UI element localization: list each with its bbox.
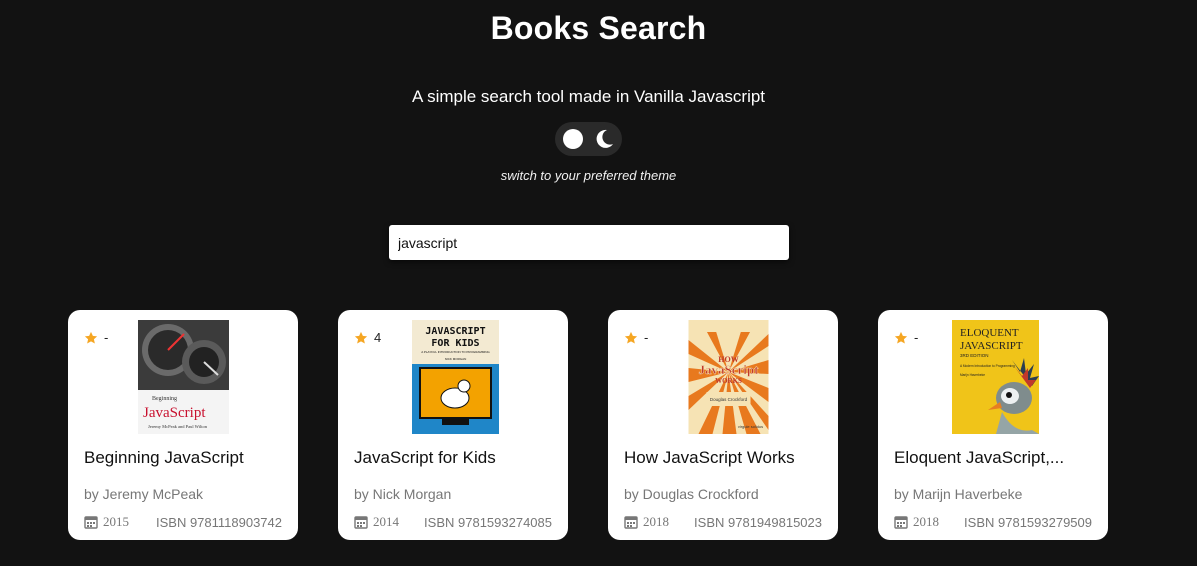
cover-text: ELOQUENT: [960, 327, 1019, 339]
rating-value: -: [644, 330, 649, 345]
book-meta: 2015 ISBN 9781118903742: [84, 514, 282, 530]
rating: 4: [354, 330, 381, 345]
book-card[interactable]: - ELOQUENT JAVASCRIPT 3RD EDITION A Mode…: [878, 310, 1108, 540]
rating: -: [624, 330, 648, 345]
star-icon: [624, 331, 638, 344]
page-title: Books Search: [490, 10, 707, 46]
cover-text: JAVASCRIPT: [960, 340, 1023, 352]
cover-text: WORKS: [715, 377, 742, 385]
theme-hint: switch to your preferred theme: [500, 168, 677, 183]
book-isbn: ISBN 9781593274085: [424, 514, 552, 530]
cover-text: JavaScript: [699, 362, 760, 377]
year-label: 2018: [643, 514, 669, 529]
book-card[interactable]: - HOW JavaScript WORKS Douglas Crockford…: [608, 310, 838, 540]
calendar-icon: [894, 516, 908, 529]
year-label: 2014: [373, 514, 399, 529]
rating-value: -: [914, 330, 919, 345]
book-meta: 2014 ISBN 9781593274085: [354, 514, 552, 530]
cover-text: FOR KIDS: [431, 338, 479, 349]
book-author: by Nick Morgan: [354, 486, 452, 502]
book-card[interactable]: - Beginning JavaScript Jeremy McPeak and…: [68, 310, 298, 540]
cover-text: Jeremy McPeak and Paul Wilton: [148, 424, 208, 429]
sun-icon[interactable]: [563, 129, 583, 149]
book-title[interactable]: JavaScript for Kids: [354, 448, 558, 468]
star-icon: [84, 331, 98, 344]
book-year: 2018: [894, 514, 939, 530]
cover-text: JAVASCRIPT: [425, 326, 485, 337]
book-year: 2015: [84, 514, 129, 530]
book-isbn: ISBN 9781118903742: [155, 514, 282, 530]
star-icon: [354, 331, 368, 344]
cover-text: virgule solidus: [738, 424, 763, 429]
cover-text: 3RD EDITION: [960, 353, 989, 358]
rating-value: -: [104, 330, 109, 345]
year-label: 2015: [103, 514, 129, 529]
book-year: 2018: [624, 514, 669, 530]
star-icon: [894, 331, 908, 344]
cover-text: A Modern Introduction to Programming: [960, 364, 1015, 368]
book-card[interactable]: 4 JAVASCRIPT FOR KIDS A PLAYFUL INTRODUC…: [338, 310, 568, 540]
book-year: 2014: [354, 514, 399, 530]
book-title[interactable]: Eloquent JavaScript,...: [894, 448, 1098, 468]
book-cover[interactable]: JAVASCRIPT FOR KIDS A PLAYFUL INTRODUCTI…: [410, 320, 501, 434]
rating: -: [84, 330, 108, 345]
cover-text: A PLAYFUL INTRODUCTION TO PROGRAMMING: [421, 350, 490, 354]
theme-toggle[interactable]: [555, 122, 622, 156]
book-isbn: ISBN 9781949815023: [694, 514, 822, 530]
rating: -: [894, 330, 918, 345]
book-author: by Douglas Crockford: [624, 486, 759, 502]
book-meta: 2018 ISBN 9781593279509: [894, 514, 1092, 530]
calendar-icon: [84, 516, 98, 529]
book-author: by Marijn Haverbeke: [894, 486, 1023, 502]
year-label: 2018: [913, 514, 939, 529]
cover-text: Douglas Crockford: [710, 397, 748, 402]
book-cover[interactable]: ELOQUENT JAVASCRIPT 3RD EDITION A Modern…: [950, 320, 1041, 434]
book-cover[interactable]: Beginning JavaScript Jeremy McPeak and P…: [138, 320, 229, 434]
calendar-icon: [624, 516, 638, 529]
book-author: by Jeremy McPeak: [84, 486, 204, 502]
moon-icon[interactable]: [593, 128, 615, 150]
cover-text: Marijn Haverbeke: [960, 373, 985, 377]
book-title[interactable]: Beginning JavaScript: [84, 448, 288, 468]
book-cover[interactable]: HOW JavaScript WORKS Douglas Crockford v…: [683, 320, 774, 434]
book-isbn: ISBN 9781593279509: [964, 514, 1092, 530]
cover-text: NICK MORGAN: [445, 357, 467, 361]
cover-text: JavaScript: [143, 405, 206, 421]
search-input[interactable]: [389, 225, 789, 260]
calendar-icon: [354, 516, 368, 529]
page-subtitle: A simple search tool made in Vanilla Jav…: [411, 87, 766, 106]
book-title[interactable]: How JavaScript Works: [624, 448, 828, 468]
cover-text: Beginning: [152, 396, 177, 402]
rating-value: 4: [374, 330, 382, 345]
book-meta: 2018 ISBN 9781949815023: [624, 514, 822, 530]
